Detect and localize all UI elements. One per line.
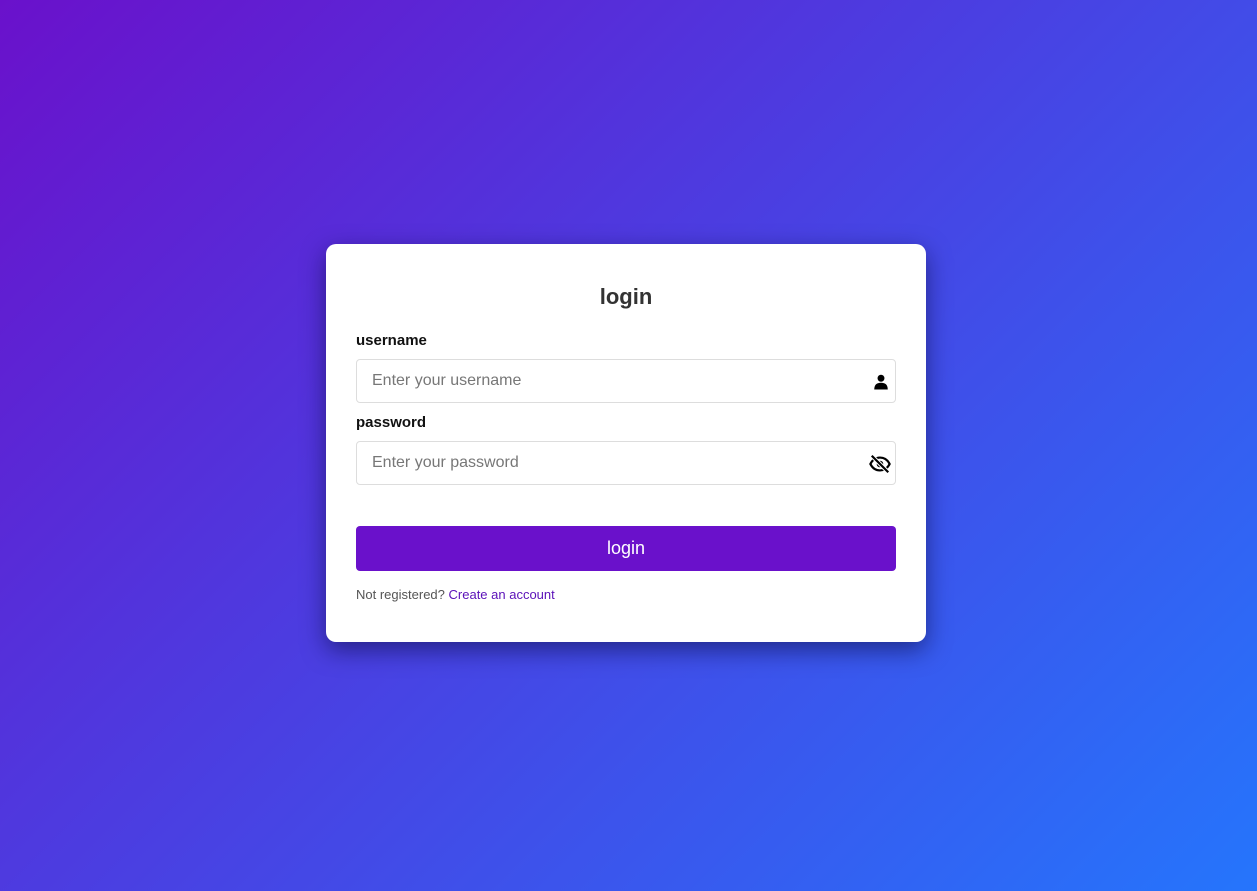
eye-slash-icon[interactable] bbox=[869, 453, 891, 475]
create-account-link[interactable]: Create an account bbox=[449, 587, 555, 602]
username-label: username bbox=[356, 332, 427, 349]
register-prompt: Not registered? Create an account bbox=[356, 587, 555, 602]
password-input[interactable] bbox=[357, 442, 852, 484]
password-label: password bbox=[356, 414, 427, 431]
password-field-wrapper bbox=[356, 441, 896, 485]
form-title: login bbox=[599, 284, 653, 309]
username-field-wrapper bbox=[356, 359, 896, 403]
user-icon bbox=[874, 374, 888, 390]
login-button[interactable]: login bbox=[356, 526, 896, 571]
register-text: Not registered? bbox=[356, 587, 445, 602]
login-card: login username password login Not regist… bbox=[326, 244, 926, 642]
username-input[interactable] bbox=[357, 360, 852, 402]
